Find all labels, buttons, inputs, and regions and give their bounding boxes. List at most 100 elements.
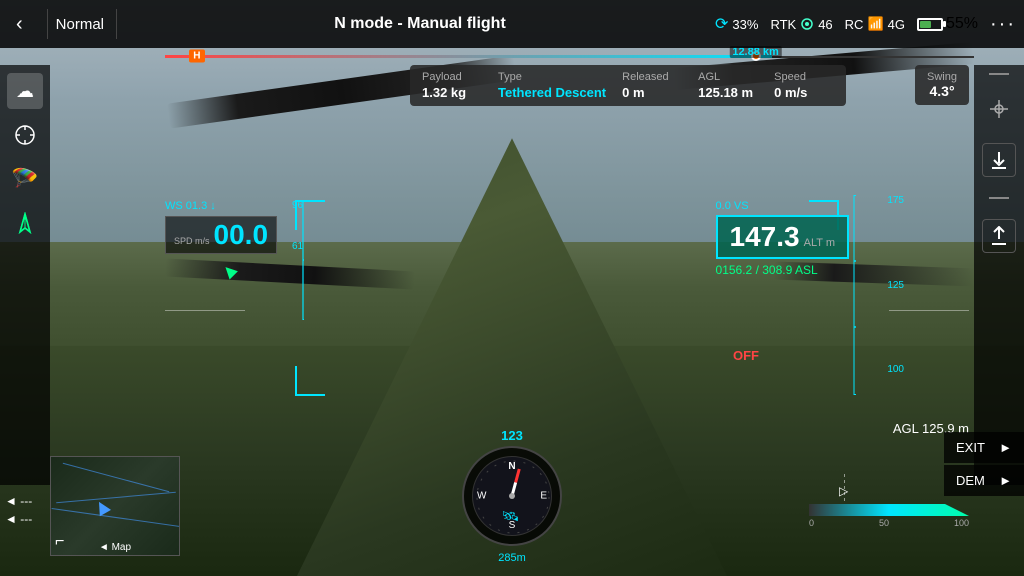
- released-label: Released: [622, 71, 668, 83]
- mode-text[interactable]: Normal: [56, 16, 104, 33]
- map-line-1: [63, 463, 170, 492]
- rc-label: RC: [845, 17, 864, 32]
- top-divider-2: [116, 9, 117, 39]
- gps-compass-icon: 🛰: [502, 508, 520, 525]
- download-svg: [989, 150, 1009, 170]
- bottom-alt-scale: ▷ 0 50 100: [809, 504, 969, 528]
- swing-panel: Swing 4.3°: [915, 65, 969, 105]
- rs-divider2: [989, 197, 1009, 199]
- upload-svg: [989, 226, 1009, 246]
- bottom-left-controls: ◄ --- ◄ ---: [5, 494, 32, 526]
- payload-col: Payload 1.32 kg: [422, 71, 482, 100]
- exit-label: EXIT: [956, 440, 985, 455]
- right-gauge: 0.0 VS 147.3 ALT m 0156.2 / 308.9 ASL: [716, 200, 849, 277]
- rotor-blade-ml: [165, 258, 416, 289]
- scale-175: 175: [887, 195, 904, 206]
- alt-small: 0.0 VS: [716, 200, 849, 212]
- gps-icon: ⟳: [715, 14, 728, 34]
- back-button[interactable]: ‹: [8, 9, 31, 40]
- released-col: Released 0 m: [622, 71, 682, 100]
- gps-status: ⟳ 33%: [715, 14, 758, 34]
- payload-label: Payload: [422, 71, 462, 83]
- rs-target-svg: [988, 98, 1010, 120]
- speed-box: SPD m/s 00.0: [165, 216, 277, 254]
- asl-text: 0156.2 / 308.9 ASL: [716, 263, 849, 277]
- top-bar: ‹ Normal N mode - Manual flight ⟳ 33% RT…: [0, 0, 1024, 48]
- battery-icon: [917, 18, 943, 31]
- left-sidebar: ☁ 🪂: [0, 65, 50, 485]
- exit-button[interactable]: EXIT ►: [944, 432, 1024, 463]
- map-label[interactable]: ◄ Map: [99, 542, 131, 553]
- rc-status: RC 📶 4G: [845, 16, 905, 32]
- left-gauge: WS 01.3 ↓ SPD m/s 00.0: [165, 200, 277, 254]
- dem-button[interactable]: DEM ►: [944, 465, 1024, 496]
- cursor-line: [844, 474, 904, 504]
- compass-heading: 123: [501, 428, 523, 443]
- alt-scale-bar: [809, 504, 969, 516]
- flight-mode-label: N mode - Manual flight: [125, 15, 715, 33]
- type-col: Type Tethered Descent: [498, 71, 606, 100]
- distance-filled: [165, 55, 772, 58]
- rs-divider: [989, 73, 1009, 75]
- map-thumbnail[interactable]: ▲ ⌐ ◄ Map: [50, 456, 180, 556]
- top-right-status: ⟳ 33% RTK 46 RC 📶 4G 55% ···: [715, 13, 1016, 36]
- agl-display-label: AGL: [893, 421, 919, 436]
- top-divider-1: [47, 9, 48, 39]
- compass-ring: N S E W 🛰: [462, 446, 562, 546]
- control-left-1[interactable]: ◄ ---: [5, 494, 32, 508]
- speed-box-label: SPD m/s: [174, 236, 210, 247]
- hud-bracket-bl: [295, 366, 325, 396]
- swing-value: 4.3°: [927, 83, 957, 99]
- rs-upload-icon[interactable]: [982, 219, 1016, 253]
- weather-icon[interactable]: ☁: [7, 73, 43, 109]
- off-label: OFF: [733, 348, 759, 363]
- speed-value: 0 m/s: [774, 85, 807, 100]
- battery-percent: 55%: [946, 15, 978, 33]
- alt-unit: ALT m: [804, 237, 835, 249]
- swing-label: Swing: [927, 71, 957, 83]
- battery-status: 55%: [917, 15, 978, 33]
- compass-dist: 285m: [498, 552, 526, 564]
- dem-arrow-icon: ►: [999, 473, 1012, 488]
- battery-fill: [920, 21, 931, 28]
- more-button[interactable]: ···: [990, 13, 1016, 36]
- dem-label: DEM: [956, 473, 985, 488]
- agl-label: AGL: [698, 71, 720, 83]
- distance-bar: H 12.88 km: [165, 48, 974, 64]
- rs-download-icon[interactable]: [982, 143, 1016, 177]
- alt-box: 147.3 ALT m: [716, 215, 849, 259]
- horizon-line-left: [165, 310, 245, 311]
- gps-percent: 33%: [732, 17, 758, 32]
- wind-label: WS 01.3: [165, 200, 207, 212]
- rc-signal: 4G: [888, 17, 905, 32]
- rtk-status: RTK 46: [770, 17, 832, 32]
- rs-target-icon[interactable]: [981, 91, 1017, 127]
- speed-label: Speed: [774, 71, 806, 83]
- scale-125: 125: [887, 280, 904, 291]
- alt-scale-0: 0: [809, 518, 814, 528]
- type-value: Tethered Descent: [498, 85, 606, 100]
- parachute-icon[interactable]: 🪂: [7, 161, 43, 197]
- alt-scale-right: 175 125 100: [887, 195, 904, 375]
- info-panel: Payload 1.32 kg Type Tethered Descent Re…: [410, 65, 846, 106]
- type-label: Type: [498, 71, 522, 83]
- alt-value: 147.3: [730, 223, 800, 251]
- released-value: 0 m: [622, 85, 644, 100]
- rc-signal-icon: 📶: [867, 16, 883, 32]
- map-position-arrow: ▲: [86, 490, 118, 523]
- crosshair-icon[interactable]: [7, 117, 43, 153]
- navigation-icon[interactable]: [7, 205, 43, 241]
- compass-inner: N S E W 🛰: [472, 456, 552, 536]
- speed-col: Speed 0 m/s: [774, 71, 834, 100]
- wind-display: WS 01.3 ↓: [165, 200, 277, 212]
- agl-col: AGL 125.18 m: [698, 71, 758, 100]
- rtk-value: 46: [818, 17, 832, 32]
- nav-svg: [14, 212, 36, 234]
- control-left-2[interactable]: ◄ ---: [5, 512, 32, 526]
- home-marker: H: [189, 50, 204, 63]
- agl-value: 125.18 m: [698, 85, 753, 100]
- map-bg: ▲ ⌐ ◄ Map: [51, 457, 179, 555]
- alt-scale-100: 100: [954, 518, 969, 528]
- rtk-icon: [800, 17, 814, 31]
- compass: 123 N S E W 🛰 285m: [462, 446, 562, 546]
